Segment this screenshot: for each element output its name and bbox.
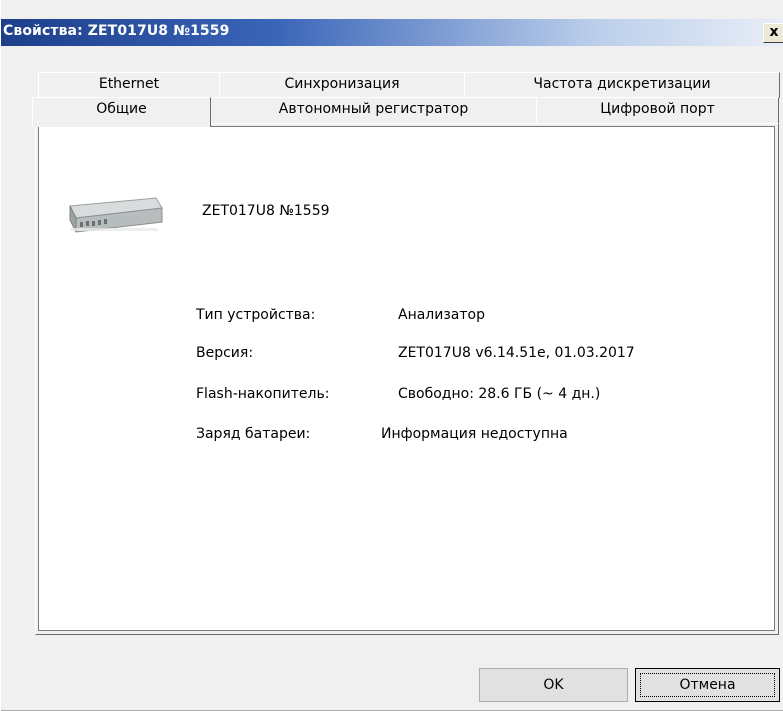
tab-digital-port[interactable]: Цифровой порт [536, 97, 779, 124]
properties-dialog: Свойства: ZET017U8 №1559 x Ethernet Синх… [0, 0, 783, 711]
tab-sync[interactable]: Синхронизация [219, 72, 465, 98]
tab-sampling-rate[interactable]: Частота дискретизации [464, 72, 780, 98]
version-label: Версия: [196, 345, 254, 361]
device-type-value: Анализатор [398, 307, 485, 323]
tab-general[interactable]: Общие [32, 97, 211, 127]
version-value: ZET017U8 v6.14.51e, 01.03.2017 [398, 345, 635, 361]
battery-label: Заряд батареи: [196, 426, 311, 442]
ok-button[interactable]: OK [479, 668, 628, 702]
device-type-label: Тип устройства: [196, 307, 316, 323]
focus-rectangle [640, 673, 775, 697]
tab-autonomous-recorder[interactable]: Автономный регистратор [210, 97, 537, 124]
tab-ethernet[interactable]: Ethernet [38, 72, 220, 98]
close-button[interactable]: x [763, 23, 783, 43]
battery-value: Информация недоступна [381, 426, 568, 442]
cancel-button[interactable]: Отмена [635, 668, 780, 702]
window-title: Свойства: ZET017U8 №1559 [3, 23, 230, 39]
flash-label: Flash-накопитель: [196, 386, 330, 402]
flash-value: Свободно: 28.6 ГБ (~ 4 дн.) [398, 386, 601, 402]
device-icon [69, 197, 163, 233]
title-bar[interactable]: Свойства: ZET017U8 №1559 x [1, 19, 783, 46]
device-name: ZET017U8 №1559 [202, 203, 330, 219]
